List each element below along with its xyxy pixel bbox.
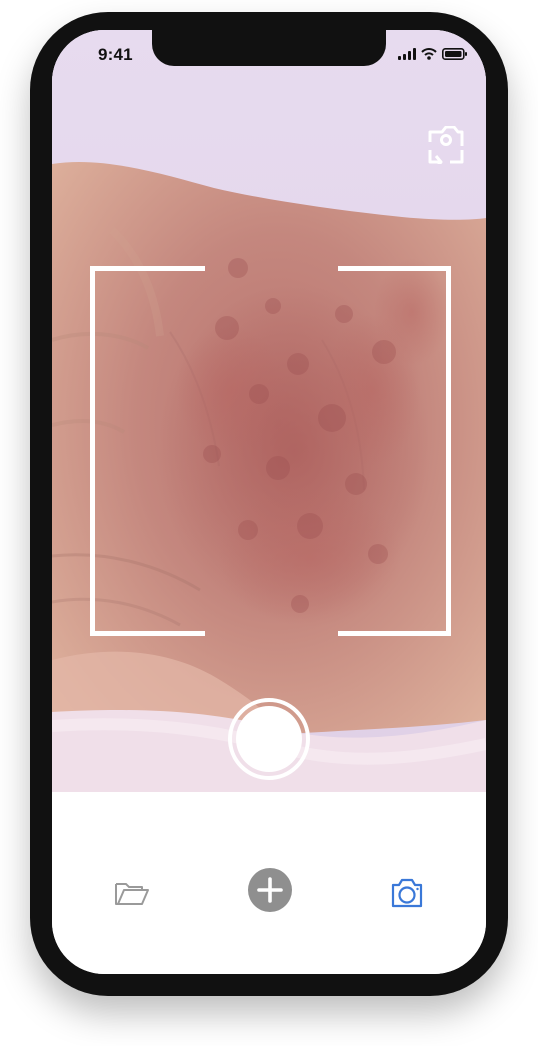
battery-icon (442, 48, 467, 60)
wifi-icon (421, 48, 437, 60)
shutter-button[interactable] (228, 698, 310, 780)
bottom-tab-bar (52, 792, 486, 974)
frame-bracket-right (338, 266, 451, 636)
signal-bars-icon (398, 48, 416, 60)
plus-circle-icon[interactable] (246, 866, 294, 914)
camera-viewfinder[interactable]: 9:41 (52, 30, 486, 792)
frame-bracket-left (90, 266, 205, 636)
folder-icon[interactable] (114, 876, 150, 908)
shutter-icon (236, 706, 302, 772)
phone-screen: 9:41 (52, 30, 486, 974)
status-bar: 9:41 (52, 30, 486, 76)
camera-icon[interactable] (388, 876, 426, 910)
switch-camera-icon[interactable] (424, 126, 468, 164)
status-time: 9:41 (98, 45, 133, 64)
status-icons (398, 48, 468, 60)
